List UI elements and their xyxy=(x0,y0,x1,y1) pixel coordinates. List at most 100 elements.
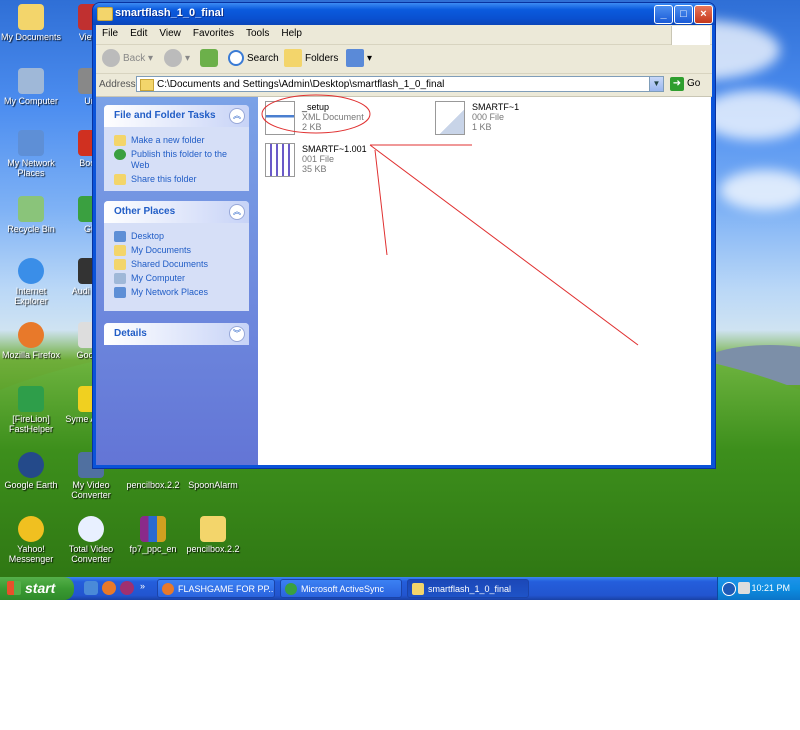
menu-view[interactable]: View xyxy=(153,25,187,39)
go-arrow-icon: ➜ xyxy=(670,77,684,91)
address-label: Address xyxy=(99,79,136,90)
place-my-computer[interactable]: My Computer xyxy=(114,273,243,284)
folder-icon xyxy=(114,245,126,256)
tray-arrow-icon[interactable] xyxy=(722,582,736,596)
file-folder-tasks-panel: File and Folder Tasks ︽ Make a new folde… xyxy=(104,105,249,191)
address-bar: Address C:\Documents and Settings\Admin\… xyxy=(96,74,712,97)
windows-logo-icon xyxy=(671,26,710,45)
folder-icon xyxy=(140,79,154,91)
firefox-icon[interactable] xyxy=(102,581,116,595)
desktop-icon-recycle-bin[interactable]: Recycle Bin xyxy=(0,196,62,234)
document-icon xyxy=(435,101,465,135)
file-item[interactable]: _setup XML Document 2 KB xyxy=(265,101,385,137)
cloud xyxy=(720,170,800,210)
views-button[interactable]: ▾ xyxy=(346,48,372,70)
explorer-window: smartflash_1_0_final _ □ × File Edit View F… xyxy=(93,3,715,468)
folder-icon xyxy=(200,516,226,542)
search-button[interactable]: Search xyxy=(228,48,279,70)
place-my-network-places[interactable]: My Network Places xyxy=(114,287,243,298)
xml-document-icon xyxy=(265,101,295,135)
file-item[interactable]: SMARTF~1.001 001 File 35 KB xyxy=(265,143,385,179)
maximize-button[interactable]: □ xyxy=(674,5,693,24)
forward-arrow-icon xyxy=(164,49,182,68)
taskbar-button-flashgame[interactable]: FLASHGAME FOR PP... xyxy=(157,579,275,598)
views-icon xyxy=(346,49,364,68)
panel-header[interactable]: Other Places ︽ xyxy=(104,201,249,223)
file-list: _setup XML Document 2 KB SMARTF~1 000 Fi… xyxy=(258,97,711,465)
chevron-down-icon[interactable]: ▼ xyxy=(649,77,663,91)
desktop-icon-my-documents[interactable]: My Documents xyxy=(0,4,62,42)
computer-icon xyxy=(18,68,44,94)
share-folder-icon xyxy=(114,174,126,185)
cloud xyxy=(700,90,800,140)
up-button[interactable] xyxy=(200,48,221,70)
globe-icon xyxy=(18,452,44,478)
desktop-icon-fasthelper[interactable]: [FireLion] FastHelper xyxy=(0,386,62,434)
network-tray-icon[interactable] xyxy=(738,582,750,594)
desktop: My Documents My Computer My Network Plac… xyxy=(0,0,800,600)
menu-file[interactable]: File xyxy=(96,25,124,39)
folder-up-icon xyxy=(200,49,218,68)
close-button[interactable]: × xyxy=(694,5,713,24)
desktop-icon-pencilbox-folder[interactable]: pencilbox.2.2 xyxy=(182,516,244,554)
back-button[interactable]: Back ▾ xyxy=(102,48,153,70)
back-arrow-icon xyxy=(102,49,120,68)
publish-folder-link[interactable]: Publish this folder to the Web xyxy=(114,149,243,171)
media-player-icon[interactable] xyxy=(120,581,134,595)
menu-tools[interactable]: Tools xyxy=(240,25,275,39)
go-button[interactable]: ➜ Go xyxy=(670,77,700,91)
panel-header[interactable]: Details ︾ xyxy=(104,323,249,345)
globe-icon xyxy=(114,149,126,160)
taskbar-button-explorer[interactable]: smartflash_1_0_final xyxy=(407,579,529,598)
desktop-icon-total-video-converter[interactable]: Total Video Converter xyxy=(60,516,122,564)
place-my-documents[interactable]: My Documents xyxy=(114,245,243,256)
computer-icon xyxy=(114,273,126,284)
chevron-down-icon[interactable]: ︾ xyxy=(229,326,245,342)
make-new-folder-link[interactable]: Make a new folder xyxy=(114,135,243,146)
address-input[interactable]: C:\Documents and Settings\Admin\Desktop\… xyxy=(136,76,664,92)
forward-button[interactable]: ▾ xyxy=(164,48,190,70)
taskbar-button-activesync[interactable]: Microsoft ActiveSync xyxy=(280,579,402,598)
details-panel: Details ︾ xyxy=(104,323,249,345)
clock[interactable]: 10:21 PM xyxy=(751,583,790,593)
folder-icon xyxy=(18,4,44,30)
menu-help[interactable]: Help xyxy=(275,25,308,39)
folder-icon xyxy=(97,7,113,21)
desktop-icon-firefox[interactable]: Mozilla Firefox xyxy=(0,322,62,360)
chevron-right-icon[interactable]: » xyxy=(140,581,154,595)
desktop-icon-my-computer[interactable]: My Computer xyxy=(0,68,62,106)
task-pane: File and Folder Tasks ︽ Make a new folde… xyxy=(96,97,258,465)
chevron-up-icon[interactable]: ︽ xyxy=(229,204,245,220)
place-shared-documents[interactable]: Shared Documents xyxy=(114,259,243,270)
start-button[interactable]: start xyxy=(0,577,74,600)
windows-flag-icon xyxy=(7,581,21,595)
panel-header[interactable]: File and Folder Tasks ︽ xyxy=(104,105,249,127)
desktop-icon-fp7-ppc-en[interactable]: fp7_ppc_en xyxy=(122,516,184,554)
recycle-bin-icon xyxy=(18,196,44,222)
share-folder-link[interactable]: Share this folder xyxy=(114,174,243,185)
other-places-panel: Other Places ︽ Desktop My Documents Shar… xyxy=(104,201,249,311)
firefox-icon xyxy=(162,583,174,595)
folder-icon xyxy=(412,583,424,595)
network-icon xyxy=(114,287,126,298)
chevron-up-icon[interactable]: ︽ xyxy=(229,108,245,124)
window-title: smartflash_1_0_final xyxy=(115,7,224,19)
minimize-button[interactable]: _ xyxy=(654,5,673,24)
desktop-icon-internet-explorer[interactable]: Internet Explorer xyxy=(0,258,62,306)
folders-button[interactable]: Folders xyxy=(284,48,338,70)
desktop-icon-yahoo-messenger[interactable]: Yahoo! Messenger xyxy=(0,516,62,564)
show-desktop-icon[interactable] xyxy=(84,581,98,595)
desktop-icon-google-earth[interactable]: Google Earth xyxy=(0,452,62,490)
desktop-icon-my-network-places[interactable]: My Network Places xyxy=(0,130,62,178)
place-desktop[interactable]: Desktop xyxy=(114,231,243,242)
smiley-icon xyxy=(18,516,44,542)
system-tray: 10:21 PM xyxy=(717,577,800,600)
title-bar[interactable]: smartflash_1_0_final _ □ × xyxy=(93,3,715,25)
menu-favorites[interactable]: Favorites xyxy=(187,25,240,39)
shield-icon xyxy=(18,386,44,412)
file-item[interactable]: SMARTF~1 000 File 1 KB xyxy=(435,101,555,137)
menu-edit[interactable]: Edit xyxy=(124,25,153,39)
folders-icon xyxy=(284,49,302,68)
menu-bar: File Edit View Favorites Tools Help xyxy=(96,25,712,45)
taskbar: start » FLASHGAME FOR PP... Microsoft Ac… xyxy=(0,577,800,600)
